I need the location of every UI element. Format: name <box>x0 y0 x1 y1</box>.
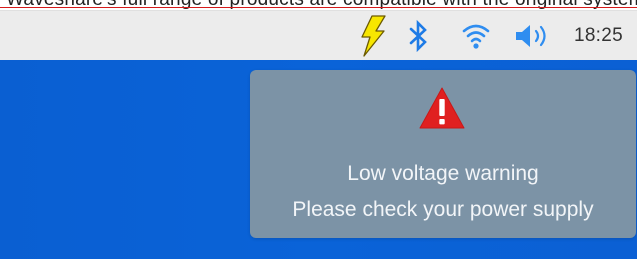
warning-triangle-icon <box>418 86 466 130</box>
low-voltage-notification[interactable]: Low voltage warning Please check your po… <box>250 70 636 238</box>
clock[interactable]: 18:25 <box>574 11 623 61</box>
system-tray: 18:25 <box>354 11 637 61</box>
lightning-icon[interactable] <box>354 11 392 61</box>
volume-icon[interactable] <box>512 11 556 61</box>
red-divider-line <box>0 7 637 8</box>
taskbar: 18:25 <box>0 10 637 61</box>
notification-message: Please check your power supply <box>292 198 594 221</box>
notification-title: Low voltage warning <box>347 162 539 185</box>
bluetooth-icon[interactable] <box>406 11 430 61</box>
wifi-icon[interactable] <box>460 11 492 61</box>
